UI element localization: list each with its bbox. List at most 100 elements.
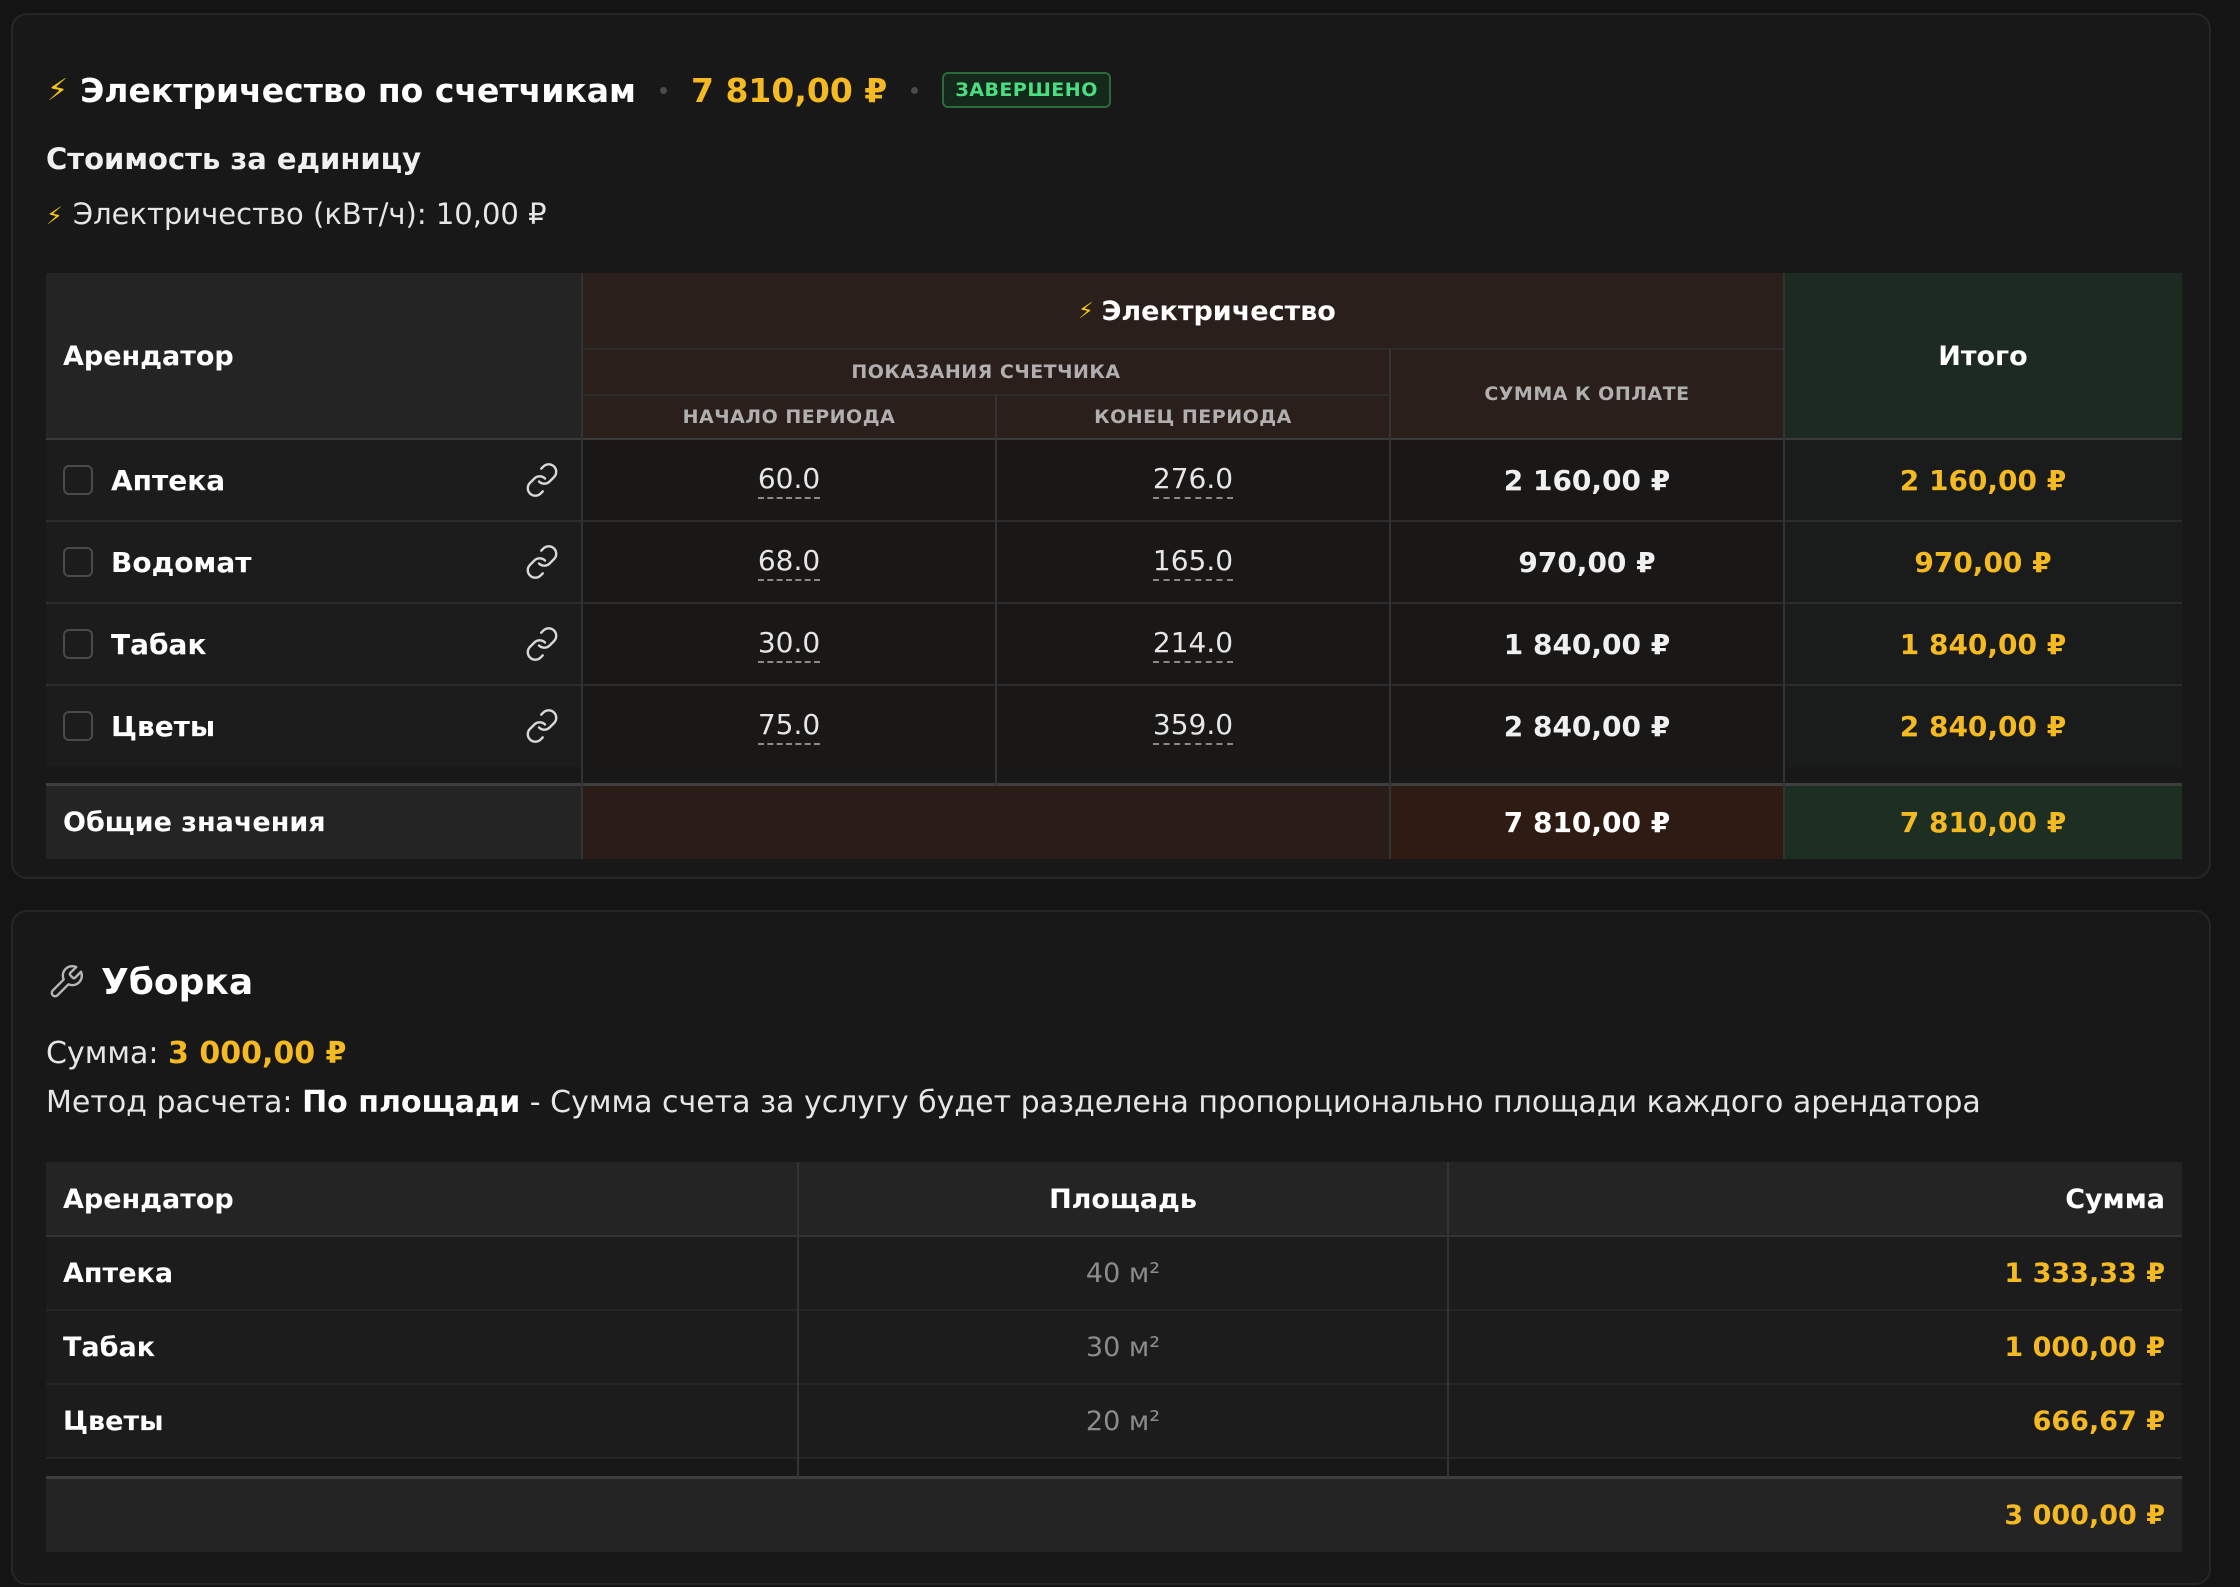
divider <box>797 1162 799 1478</box>
row-checkbox[interactable] <box>63 711 93 741</box>
tenant-cell: Табак <box>46 603 582 685</box>
tenant-name: Табак <box>63 1331 156 1363</box>
sum-value: 3 000,00 ₽ <box>168 1036 347 1071</box>
unit-cost-text: Электричество (кВт/ч): 10,00 ₽ <box>72 197 547 231</box>
period-end-value[interactable]: 359.0 <box>1152 708 1234 745</box>
divider <box>1389 349 1391 859</box>
period-end-cell: 214.0 <box>996 603 1390 685</box>
period-end-cell: 276.0 <box>996 439 1390 521</box>
footer-total: 7 810,00 ₽ <box>1784 785 2182 859</box>
tenant-name: Табак <box>111 627 207 661</box>
row-total-cell: 2 840,00 ₽ <box>1784 685 2182 767</box>
divider <box>582 348 1784 350</box>
tenant-cell: Цветы <box>46 1384 798 1458</box>
cleaning-service-card: Уборка Сумма: 3 000,00 ₽ Метод расчета: … <box>11 910 2211 1585</box>
table-row: Табак 30.0 214.0 1 840,00 ₽ 1 840,00 ₽ <box>46 603 2182 685</box>
electricity-service-card: ⚡ Электричество по счетчикам 7 810,00 ₽ … <box>11 13 2211 879</box>
link-icon[interactable] <box>524 544 560 580</box>
cleaning-header: Уборка <box>47 952 253 1012</box>
link-icon[interactable] <box>524 708 560 744</box>
lightning-icon: ⚡ <box>46 202 63 230</box>
footer-empty-cell <box>582 785 1390 859</box>
column-header-amount-due: СУММА К ОПЛАТЕ <box>1390 349 1784 439</box>
period-start-cell: 75.0 <box>582 685 996 767</box>
link-icon[interactable] <box>524 626 560 662</box>
method-label: Метод расчета: <box>46 1085 293 1120</box>
period-end-value[interactable]: 276.0 <box>1152 462 1234 499</box>
service-title: Уборка <box>101 961 254 1003</box>
tenant-name: Цветы <box>63 1405 164 1437</box>
column-header-sum: Сумма <box>1448 1162 2182 1236</box>
period-end-cell: 359.0 <box>996 685 1390 767</box>
row-total-cell: 1 840,00 ₽ <box>1784 603 2182 685</box>
separator-dot <box>660 86 667 94</box>
row-checkbox[interactable] <box>63 629 93 659</box>
period-start-cell: 30.0 <box>582 603 996 685</box>
area-cell: 30 м² <box>798 1310 1448 1384</box>
column-header-area: Площадь <box>798 1162 1448 1236</box>
footer-label: Общие значения <box>46 785 582 859</box>
divider <box>46 1457 2182 1459</box>
period-end-value[interactable]: 165.0 <box>1152 544 1234 581</box>
footer-amount-due: 7 810,00 ₽ <box>1390 785 1784 859</box>
tenant-name: Аптека <box>111 463 226 497</box>
divider <box>46 783 2182 786</box>
lightning-icon: ⚡ <box>47 72 69 108</box>
service-sum: Сумма: 3 000,00 ₽ <box>46 1036 346 1071</box>
separator-dot <box>911 86 919 94</box>
sum-value: 666,67 ₽ <box>2032 1405 2165 1437</box>
unit-cost-line: ⚡ Электричество (кВт/ч): 10,00 ₽ <box>46 197 547 231</box>
cleaning-table: Арендатор Площадь Сумма Аптека 40 м² 1 3… <box>46 1162 2182 1552</box>
amount-due-cell: 2 160,00 ₽ <box>1390 439 1784 521</box>
period-start-value[interactable]: 75.0 <box>757 708 821 745</box>
tenant-cell: Табак <box>46 1310 798 1384</box>
divider <box>46 1235 2182 1237</box>
row-total-cell: 970,00 ₽ <box>1784 521 2182 603</box>
method-value: По площади <box>302 1085 521 1120</box>
divider <box>582 394 1390 396</box>
area-value: 20 м² <box>1085 1405 1161 1437</box>
calculation-method: Метод расчета: По площади - Сумма счета … <box>46 1085 1981 1120</box>
divider <box>1447 1162 1449 1478</box>
period-start-cell: 60.0 <box>582 439 996 521</box>
amount-due-cell: 1 840,00 ₽ <box>1390 603 1784 685</box>
table-footer-total: 3 000,00 ₽ <box>46 1478 2182 1552</box>
column-group-label: Электричество <box>1101 295 1336 327</box>
table-row: Водомат 68.0 165.0 970,00 ₽ 970,00 ₽ <box>46 521 2182 603</box>
unit-cost-heading: Стоимость за единицу <box>46 142 422 176</box>
period-end-value[interactable]: 214.0 <box>1152 626 1234 663</box>
column-header-total: Итого <box>1784 273 2182 439</box>
divider <box>46 602 2182 604</box>
table-row: Цветы 75.0 359.0 2 840,00 ₽ 2 840,00 ₽ <box>46 685 2182 767</box>
area-cell: 40 м² <box>798 1236 1448 1310</box>
period-start-value[interactable]: 60.0 <box>757 462 821 499</box>
period-start-value[interactable]: 30.0 <box>757 626 821 663</box>
column-header-period-start: НАЧАЛО ПЕРИОДА <box>582 395 996 439</box>
tenant-name: Цветы <box>111 709 216 743</box>
wrench-icon <box>50 965 83 998</box>
divider <box>995 395 997 785</box>
column-header-meter-readings: ПОКАЗАНИЯ СЧЕТЧИКА <box>582 349 1390 395</box>
service-title: Электричество по счетчикам <box>80 70 636 110</box>
period-start-value[interactable]: 68.0 <box>757 544 821 581</box>
divider <box>581 273 583 859</box>
tenant-cell: Аптека <box>46 1236 798 1310</box>
tenant-name: Аптека <box>63 1257 174 1289</box>
sum-cell: 666,67 ₽ <box>1448 1384 2182 1458</box>
status-badge: ЗАВЕРШЕНО <box>942 72 1111 108</box>
row-checkbox[interactable] <box>63 547 93 577</box>
amount-due-cell: 2 840,00 ₽ <box>1390 685 1784 767</box>
sum-value: 1 333,33 ₽ <box>2004 1257 2165 1289</box>
row-checkbox[interactable] <box>63 465 93 495</box>
table-row: Аптека 40 м² 1 333,33 ₽ <box>46 1236 2182 1310</box>
period-end-cell: 165.0 <box>996 521 1390 603</box>
period-start-cell: 68.0 <box>582 521 996 603</box>
divider <box>46 684 2182 686</box>
lightning-icon: ⚡ <box>1078 298 1094 324</box>
sum-cell: 1 000,00 ₽ <box>1448 1310 2182 1384</box>
electricity-table: Арендатор ⚡ Электричество ПОКАЗАНИЯ СЧЕТЧ… <box>46 273 2182 859</box>
link-icon[interactable] <box>524 462 560 498</box>
divider <box>46 1383 2182 1385</box>
divider <box>46 438 2182 440</box>
method-description: - Сумма счета за услугу будет разделена … <box>520 1085 1981 1120</box>
